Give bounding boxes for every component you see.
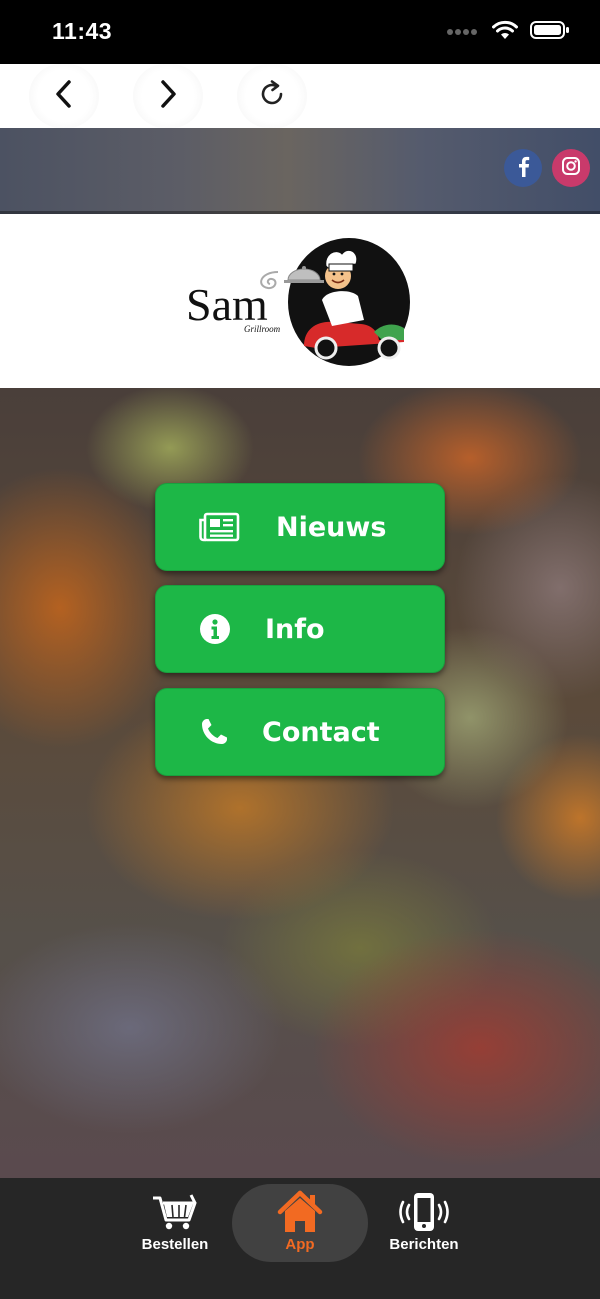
signal-icon [446,24,480,42]
chevron-right-icon [157,79,179,114]
battery-icon [530,20,570,45]
news-button[interactable]: Nieuws [155,483,445,571]
info-button[interactable]: Info [155,585,445,673]
browser-nav-bar [0,64,600,128]
news-button-label: Nieuws [276,511,387,543]
info-circle-icon [199,585,231,673]
tab-app[interactable]: App [232,1184,368,1262]
status-time: 11:43 [52,18,113,44]
tab-bestellen[interactable]: Bestellen [107,1184,243,1262]
forward-button[interactable] [133,64,203,128]
newspaper-icon [198,483,240,571]
tab-berichten[interactable]: Berichten [356,1184,492,1262]
tab-bestellen-label: Bestellen [141,1236,209,1253]
logo-tagline: Grillroom [244,324,281,334]
tab-app-label: App [285,1236,315,1253]
status-icons [446,20,570,45]
tab-bar: Bestellen App Berichten [0,1178,600,1299]
info-button-label: Info [265,613,325,645]
reload-button[interactable] [237,64,307,128]
contact-button-label: Contact [262,716,380,748]
home-icon [277,1190,323,1234]
reload-icon [257,79,287,114]
logo-name: Sam [186,279,268,330]
facebook-icon [515,155,531,182]
status-bar: 11:43 [0,0,600,64]
cart-icon [151,1190,199,1234]
phone-vibrate-icon [399,1190,449,1234]
facebook-button[interactable] [504,149,542,187]
wifi-icon [492,20,518,45]
instagram-button[interactable] [552,149,590,187]
restaurant-logo: Sam Grillroom [186,236,412,368]
tab-berichten-label: Berichten [389,1236,459,1253]
phone-icon [199,688,229,776]
instagram-icon [561,156,581,181]
contact-button[interactable]: Contact [155,688,445,776]
chevron-left-icon [53,79,75,114]
logo-area: Sam Grillroom [0,214,600,388]
back-button[interactable] [29,64,99,128]
